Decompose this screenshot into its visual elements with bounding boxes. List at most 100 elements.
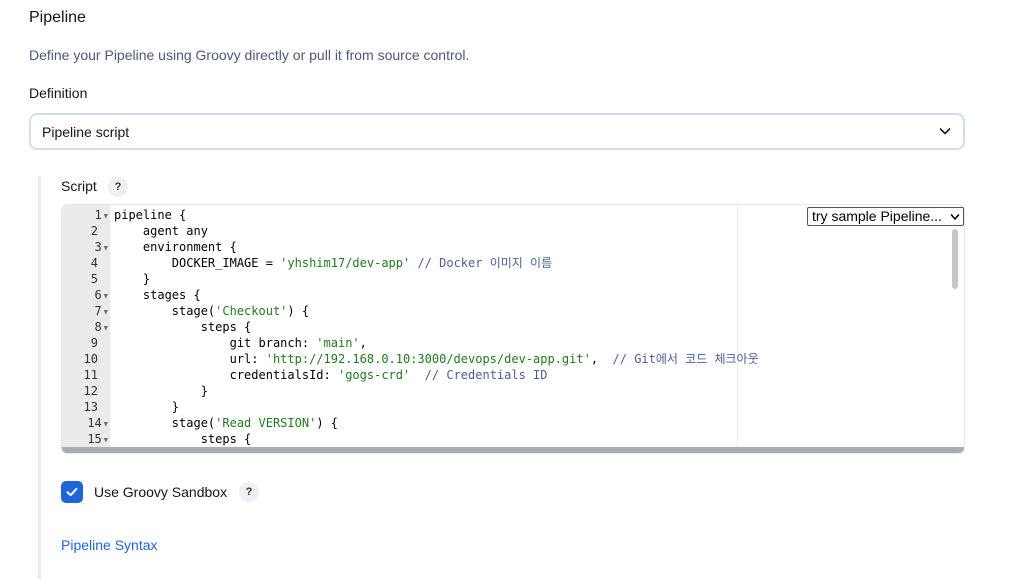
code-text: DOCKER_IMAGE = xyxy=(114,256,281,270)
script-label: Script xyxy=(61,178,97,194)
code-line: credentialsId: 'gogs-crd' // Credentials… xyxy=(114,367,548,383)
pipeline-section-title: Pipeline xyxy=(29,9,86,26)
line-number-text: 6 xyxy=(94,288,102,302)
code-text: , xyxy=(590,352,613,366)
code-text: ) { xyxy=(287,304,310,318)
line-number-text: 5 xyxy=(90,272,98,286)
code-text: stage( xyxy=(114,416,216,430)
code-text: , xyxy=(359,336,367,350)
chevron-down-icon xyxy=(950,214,960,220)
groovy-sandbox-label[interactable]: Use Groovy Sandbox xyxy=(94,484,227,500)
fold-arrow-icon[interactable]: ▼ xyxy=(104,420,108,428)
line-number: 7 ▼ xyxy=(62,303,108,320)
line-number-text: 10 xyxy=(83,352,98,366)
line-number-text: 3 xyxy=(94,240,102,254)
pipeline-description: Define your Pipeline using Groovy direct… xyxy=(29,47,470,63)
code-line: DOCKER_IMAGE = 'yhshim17/dev-app' // Doc… xyxy=(114,255,552,271)
code-text: } xyxy=(114,384,208,398)
editor-horizontal-scrollbar[interactable] xyxy=(62,447,964,453)
code-line: } xyxy=(114,383,208,399)
definition-label: Definition xyxy=(29,85,88,101)
code-text: stage( xyxy=(114,304,216,318)
try-sample-pipeline-select[interactable]: try sample Pipeline... xyxy=(807,207,964,226)
pipeline-syntax-link[interactable]: Pipeline Syntax xyxy=(61,537,158,553)
code-line: stages { xyxy=(114,287,201,303)
line-number: 8 ▼ xyxy=(62,319,108,336)
line-number: 3 ▼ xyxy=(62,239,108,256)
code-string: 'Read VERSION' xyxy=(215,416,317,430)
fold-arrow-icon[interactable]: ▼ xyxy=(104,436,108,444)
code-line: environment { xyxy=(114,239,237,255)
line-number: 15 ▼ xyxy=(62,431,108,448)
sandbox-help-button[interactable]: ? xyxy=(239,482,259,502)
print-margin xyxy=(737,205,738,453)
editor-code-area[interactable]: pipeline { agent any environment { DOCKE… xyxy=(110,205,964,453)
code-line: stage('Checkout') { xyxy=(114,303,309,319)
code-text: stages { xyxy=(114,288,201,302)
code-comment: // Credentials ID xyxy=(424,368,548,382)
line-number: 11 xyxy=(62,367,98,383)
code-string: 'gogs-crd' xyxy=(337,368,411,382)
line-number-text: 11 xyxy=(83,368,98,382)
code-text: steps { xyxy=(114,320,252,334)
code-text: credentialsId: xyxy=(114,368,338,382)
code-line: url: 'http://192.168.0.10:3000/devops/de… xyxy=(114,351,759,367)
code-string: 'http://192.168.0.10:3000/devops/dev-app… xyxy=(265,352,591,366)
script-help-button[interactable]: ? xyxy=(108,177,128,197)
line-number: 12 xyxy=(62,383,98,399)
line-number-text: 12 xyxy=(83,384,98,398)
code-line: } xyxy=(114,399,179,415)
editor-gutter: 1▼23▼456▼7▼8▼91011121314▼15▼16▼ xyxy=(62,205,110,453)
script-editor[interactable]: 1▼23▼456▼7▼8▼91011121314▼15▼16▼ pipeline… xyxy=(61,204,965,454)
editor-vertical-scrollbar[interactable] xyxy=(952,229,958,289)
code-text: environment { xyxy=(114,240,237,254)
line-number-text: 8 xyxy=(94,320,102,334)
line-number-text: 2 xyxy=(90,224,98,238)
code-text: } xyxy=(114,400,180,414)
code-line: stage('Read VERSION') { xyxy=(114,415,338,431)
line-number: 5 xyxy=(62,271,98,287)
code-comment: // Docker 이미지 이름 xyxy=(410,256,553,270)
line-number: 14 ▼ xyxy=(62,415,108,432)
fold-arrow-icon[interactable]: ▼ xyxy=(104,324,108,332)
chevron-down-icon xyxy=(939,128,951,135)
line-number: 9 xyxy=(62,335,98,351)
fold-arrow-icon[interactable]: ▼ xyxy=(104,212,108,220)
line-number: 10 xyxy=(62,351,98,367)
sample-select-value: try sample Pipeline... xyxy=(812,208,942,224)
fold-arrow-icon[interactable]: ▼ xyxy=(104,244,108,252)
line-number-text: 14 xyxy=(87,416,102,430)
code-line: agent any xyxy=(114,223,208,239)
line-number-text: 7 xyxy=(94,304,102,318)
code-line: pipeline { xyxy=(114,207,186,223)
code-text: url: xyxy=(114,352,266,366)
line-number-text: 4 xyxy=(90,256,98,270)
line-number: 2 xyxy=(62,223,98,239)
code-text: steps { xyxy=(114,432,252,446)
line-number-text: 1 xyxy=(94,208,102,222)
code-string: 'main' xyxy=(316,336,360,350)
code-line: } xyxy=(114,271,150,287)
nested-section-bar xyxy=(38,176,41,579)
definition-selected-value: Pipeline script xyxy=(42,123,130,140)
code-line: git branch: 'main', xyxy=(114,335,367,351)
code-string: 'yhshim17/dev-app' xyxy=(280,256,411,270)
code-line: steps { xyxy=(114,319,252,335)
line-number-text: 15 xyxy=(87,432,102,446)
line-number: 4 xyxy=(62,255,98,271)
line-number-text: 9 xyxy=(90,336,98,350)
line-number-text: 13 xyxy=(83,400,98,414)
fold-arrow-icon[interactable]: ▼ xyxy=(104,292,108,300)
fold-arrow-icon[interactable]: ▼ xyxy=(104,308,108,316)
line-number: 13 xyxy=(62,399,98,415)
code-text: } xyxy=(114,272,151,286)
code-comment: // Git에서 코드 체크아웃 xyxy=(612,352,759,366)
line-number: 6 ▼ xyxy=(62,287,108,304)
checkmark-icon xyxy=(66,487,78,497)
code-text: git branch: xyxy=(114,336,317,350)
code-text: pipeline { xyxy=(114,208,187,222)
definition-select[interactable]: Pipeline script xyxy=(29,113,965,150)
groovy-sandbox-checkbox[interactable] xyxy=(61,481,83,503)
code-line: steps { xyxy=(114,431,252,447)
